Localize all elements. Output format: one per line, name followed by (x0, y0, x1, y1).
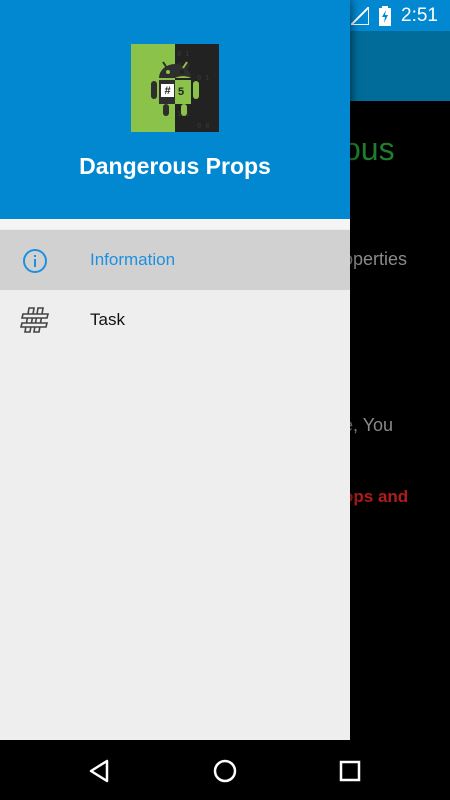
drawer-item-label: Task (90, 310, 125, 329)
info-icon (23, 249, 47, 273)
app-warning-fragment: ops and (343, 487, 409, 506)
svg-text:#: # (164, 85, 170, 97)
android-robot-icon: # 5 (151, 61, 199, 116)
recents-icon[interactable] (337, 758, 363, 784)
battery-icon (379, 6, 392, 26)
app-title-fragment: ous (343, 131, 395, 167)
system-nav-bar (0, 740, 450, 800)
clock: 2:51 (401, 5, 438, 26)
app-text-fragment: operties (343, 249, 408, 269)
signal-icon (351, 7, 370, 25)
svg-text:5: 5 (178, 86, 184, 98)
home-icon[interactable] (212, 758, 238, 784)
drawer-header: 0 11 00 11 10 0 (0, 0, 350, 219)
drawer-app-name: Dangerous Props (79, 153, 271, 179)
drawer-item-information[interactable]: Information (0, 230, 350, 290)
hash-icon (20, 307, 50, 333)
drawer-item-label: Information (90, 250, 176, 269)
drawer-item-task[interactable]: Task (0, 290, 350, 350)
back-icon[interactable] (87, 758, 113, 784)
drawer-menu: Information Task (0, 230, 350, 350)
divider (0, 219, 350, 229)
app-text-fragment: e, You (343, 415, 394, 435)
navigation-drawer: 0 11 00 11 10 0 (0, 0, 350, 740)
app-logo: 0 11 00 11 10 0 (131, 44, 219, 132)
